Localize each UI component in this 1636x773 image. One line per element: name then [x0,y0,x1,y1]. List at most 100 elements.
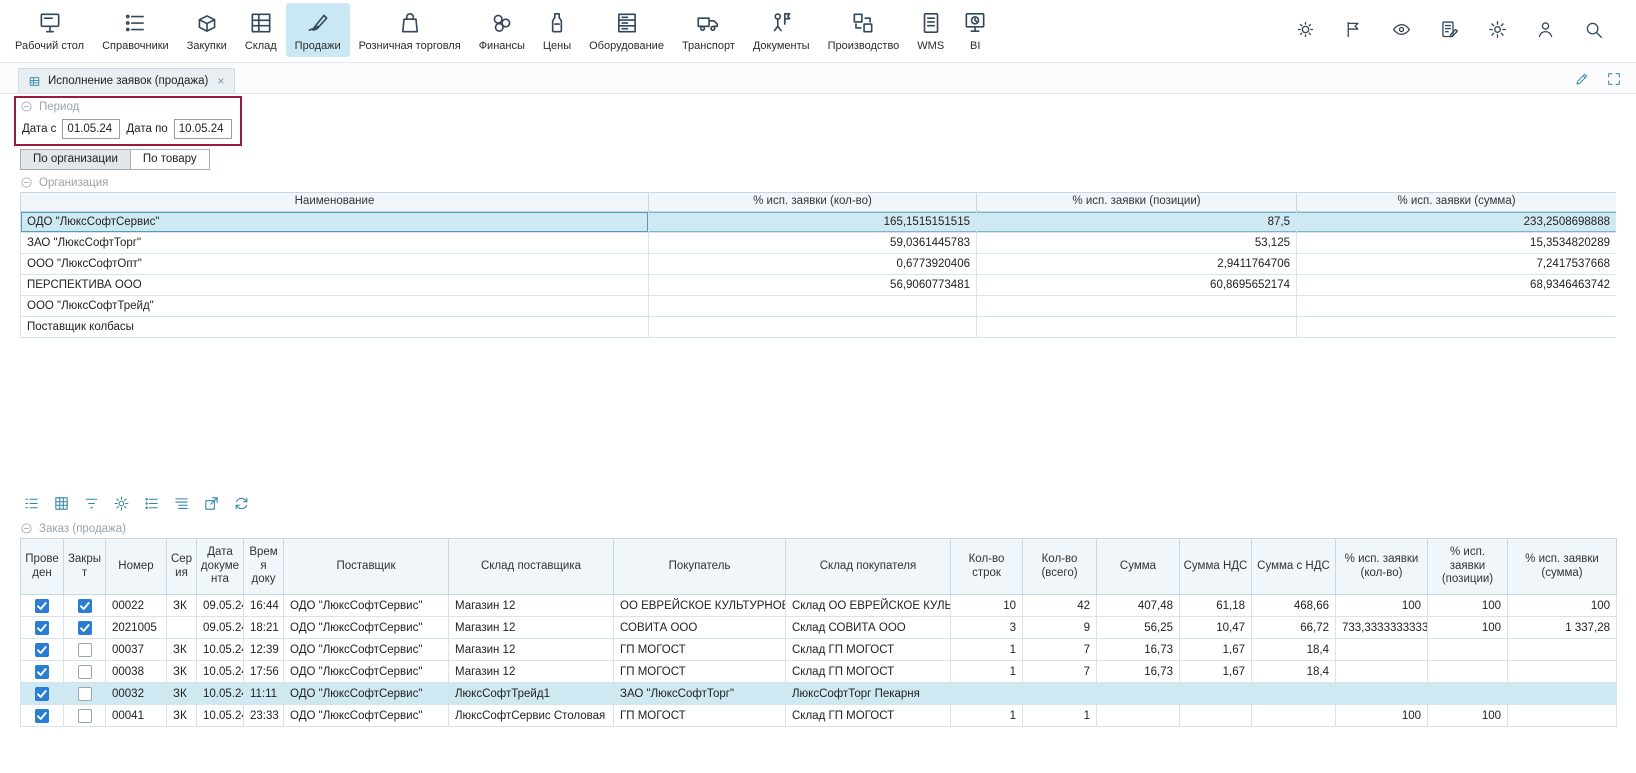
nav-item-catalog[interactable]: Справочники [93,3,178,57]
orders-section-header: Заказ (продажа) [20,522,1616,535]
user-icon[interactable] [1535,19,1556,40]
order-row[interactable]: 202100509.05.2418:21ОДО "ЛюксСофтСервис"… [21,617,1617,639]
column-header[interactable]: Наименование [21,193,649,212]
order-cell: СОВИТА ООО [614,617,786,639]
column-header[interactable]: % исп. заявки (кол-во) [649,193,977,212]
column-header[interactable]: Сумма [1097,539,1180,595]
order-row[interactable]: 00041ЗК10.05.2423:33ОДО "ЛюксСофтСервис"… [21,705,1617,727]
org-cell: 68,9346463742 [1297,274,1617,295]
gear-icon[interactable] [113,495,130,512]
column-header[interactable]: Поставщик [284,539,449,595]
fullscreen-icon[interactable] [1606,71,1622,87]
column-header[interactable]: Серия [167,539,197,595]
grid-icon[interactable] [53,495,70,512]
order-cell: 56,25 [1097,617,1180,639]
column-header[interactable]: % исп. заявки (сумма) [1508,539,1617,595]
checkbox-unchecked[interactable] [78,643,92,657]
checkbox-checked[interactable] [35,687,49,701]
nav-item-documents[interactable]: Документы [744,3,819,57]
nav-item-purchases[interactable]: Закупки [178,3,236,57]
column-header[interactable]: Номер [106,539,167,595]
order-cell: ОДО "ЛюксСофтСервис" [284,683,449,705]
checkbox-checked[interactable] [78,599,92,613]
order-cell: 09.05.24 [197,595,244,617]
nav-item-wms[interactable]: WMS [908,3,953,57]
brightness-icon[interactable] [1295,19,1316,40]
date-to-input[interactable] [174,119,232,139]
nav-item-finance[interactable]: Финансы [470,3,534,57]
bullet-list-icon[interactable] [143,495,160,512]
tab-by-product[interactable]: По товару [130,149,210,170]
collapse-icon[interactable] [20,176,33,189]
column-header[interactable]: Кол-во (всего) [1023,539,1097,595]
column-header[interactable]: % исп. заявки (позиции) [977,193,1297,212]
order-cell: 1,67 [1180,661,1252,683]
column-header[interactable]: Покупатель [614,539,786,595]
checkbox-unchecked[interactable] [78,687,92,701]
collapse-icon[interactable] [20,522,33,535]
order-row[interactable]: 00022ЗК09.05.2416:44ОДО "ЛюксСофтСервис"… [21,595,1617,617]
notes-icon[interactable] [1439,19,1460,40]
column-header[interactable]: Склад покупателя [786,539,951,595]
org-table-row[interactable]: ООО "ЛюксСофтТрейд" [21,295,1617,316]
org-table-row[interactable]: ЗАО "ЛюксСофтТорг"59,036144578353,12515,… [21,232,1617,253]
checkbox-unchecked[interactable] [78,709,92,723]
nav-item-equipment[interactable]: Оборудование [580,3,673,57]
column-header[interactable]: Кол-во строк [951,539,1023,595]
order-cell [1336,639,1428,661]
nav-item-warehouse[interactable]: Склад [236,3,286,57]
nav-item-production[interactable]: Производство [819,3,909,57]
nav-item-bi[interactable]: BI [953,3,997,57]
column-header[interactable]: Закрыт [64,539,106,595]
edit-icon[interactable] [1574,71,1590,87]
column-header[interactable]: Сумма с НДС [1252,539,1336,595]
group-list-icon[interactable] [173,495,190,512]
org-table-row[interactable]: ООО "ЛюксСофтОпт"0,67739204062,941176470… [21,253,1617,274]
document-tab[interactable]: Исполнение заявок (продажа) × [18,68,235,93]
column-header[interactable]: Склад поставщика [449,539,614,595]
order-cell: 10 [951,595,1023,617]
date-from-input[interactable] [62,119,120,139]
order-cell [1508,705,1617,727]
checkbox-checked[interactable] [35,621,49,635]
flag-icon[interactable] [1343,19,1364,40]
column-header[interactable]: Сумма НДС [1180,539,1252,595]
tab-close-icon[interactable]: × [217,74,224,88]
checkbox-checked[interactable] [35,643,49,657]
checkbox-unchecked[interactable] [78,665,92,679]
column-header[interactable]: Время доку [244,539,284,595]
order-row[interactable]: 00037ЗК10.05.2412:39ОДО "ЛюксСофтСервис"… [21,639,1617,661]
checkbox-checked[interactable] [78,621,92,635]
org-table-row[interactable]: ОДО "ЛюксСофтСервис"165,151515151587,523… [21,211,1617,232]
org-table-row[interactable]: Поставщик колбасы [21,316,1617,337]
prices-icon [544,10,570,36]
order-cell: 7 [1023,639,1097,661]
export-icon[interactable] [203,495,220,512]
search-icon[interactable] [1583,19,1604,40]
gear-icon[interactable] [1487,19,1508,40]
eye-icon[interactable] [1391,19,1412,40]
column-header[interactable]: % исп. заявки (сумма) [1297,193,1617,212]
org-table-row[interactable]: ПЕРСПЕКТИВА ООО56,906077348160,869565217… [21,274,1617,295]
column-header[interactable]: Дата документа [197,539,244,595]
collapse-icon[interactable] [20,100,33,113]
checkbox-checked[interactable] [35,599,49,613]
checkbox-checked[interactable] [35,665,49,679]
checkbox-checked[interactable] [35,709,49,723]
org-cell: 15,3534820289 [1297,232,1617,253]
nav-item-transport[interactable]: Транспорт [673,3,744,57]
order-cell: 66,72 [1252,617,1336,639]
nav-item-desktop[interactable]: Рабочий стол [6,3,93,57]
order-row[interactable]: 00032ЗК10.05.2411:11ОДО "ЛюксСофтСервис"… [21,683,1617,705]
nav-item-prices[interactable]: Цены [534,3,580,57]
nav-item-sales[interactable]: Продажи [286,3,350,57]
order-row[interactable]: 00038ЗК10.05.2417:56ОДО "ЛюксСофтСервис"… [21,661,1617,683]
column-header[interactable]: Проведен [21,539,64,595]
filter-icon[interactable] [83,495,100,512]
column-header[interactable]: % исп. заявки (позиции) [1428,539,1508,595]
nav-item-retail[interactable]: Розничная торговля [350,3,470,57]
tab-by-organization[interactable]: По организации [20,149,131,170]
refresh-icon[interactable] [233,495,250,512]
select-columns-icon[interactable] [23,495,40,512]
column-header[interactable]: % исп. заявки (кол-во) [1336,539,1428,595]
